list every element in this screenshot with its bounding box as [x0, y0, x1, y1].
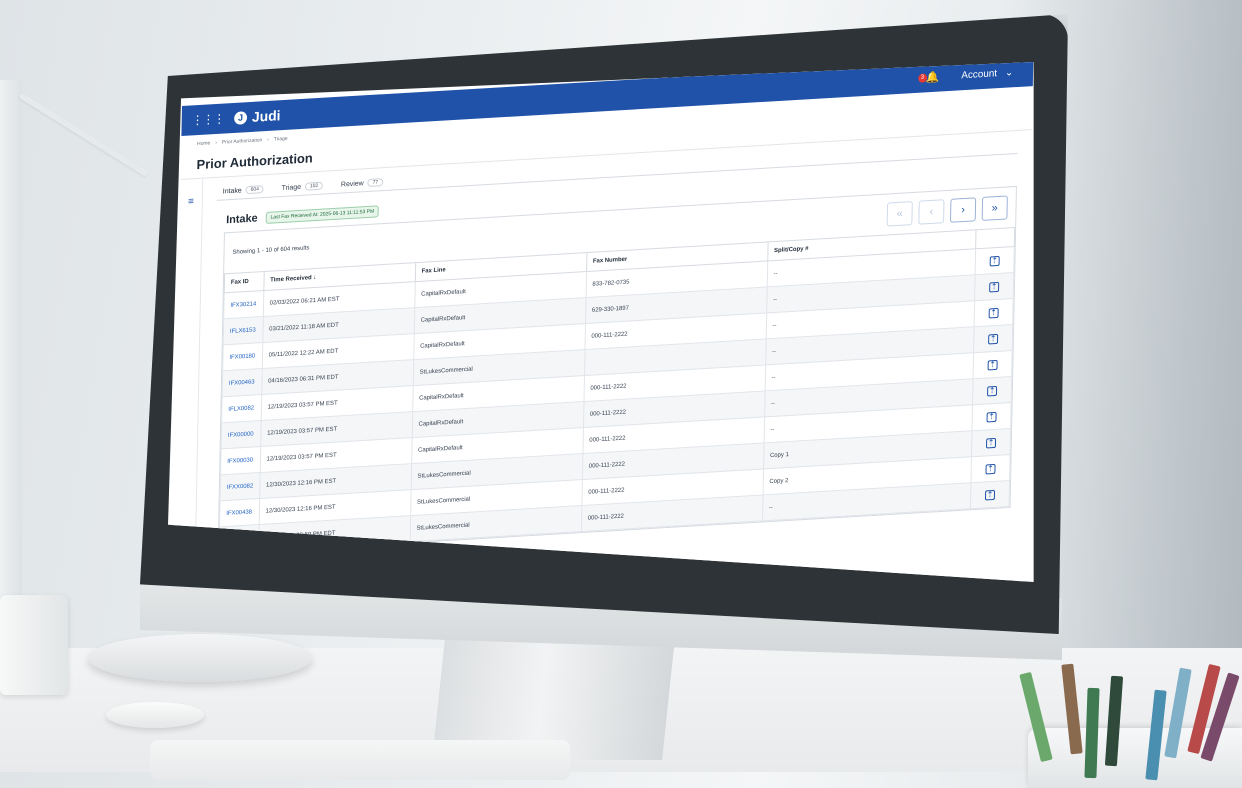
- unlock-icon[interactable]: ⇡: [986, 437, 997, 448]
- lamp-arm: [18, 92, 149, 178]
- row-action-cell: ⇡: [972, 402, 1012, 431]
- row-action-cell: ⇡: [973, 350, 1013, 379]
- pagination: « ‹ › »: [886, 195, 1008, 227]
- fax-id-link[interactable]: IFX00030: [220, 446, 261, 475]
- unlock-icon[interactable]: ⇡: [985, 463, 996, 474]
- fax-id-link[interactable]: IFX00180: [222, 342, 263, 371]
- fax-id-link[interactable]: IFX00463: [222, 368, 262, 397]
- unlock-icon[interactable]: ⇡: [989, 255, 1000, 266]
- last-page-button[interactable]: »: [981, 195, 1008, 221]
- hamburger-icon[interactable]: ≡: [188, 196, 194, 207]
- fax-id-link[interactable]: IFXX0082: [220, 472, 260, 501]
- lamp-pole: [0, 80, 22, 600]
- row-action-cell: ⇡: [975, 246, 1015, 275]
- logo-icon: J: [234, 110, 248, 125]
- tab-label: Intake: [222, 186, 242, 196]
- account-label: Account: [961, 67, 998, 81]
- tab-label: Review: [340, 179, 364, 189]
- logo[interactable]: J Judi: [234, 107, 281, 126]
- row-action-cell: ⇡: [974, 272, 1014, 301]
- breadcrumb-item-prior-authorization[interactable]: Prior Authorization: [222, 137, 263, 145]
- fax-id-link[interactable]: IFX00438: [219, 498, 260, 527]
- prev-page-button[interactable]: ‹: [918, 199, 945, 225]
- table-body: IFX30214 02/03/2022 06:21 AM EST CapitalRx…: [219, 246, 1015, 553]
- chevron-right-icon: ›: [961, 203, 966, 217]
- row-action-cell: ⇡: [970, 480, 1010, 509]
- tab-count: 604: [245, 185, 264, 195]
- grid-icon[interactable]: ⋮⋮⋮: [191, 112, 224, 128]
- row-action-cell: ⇡: [971, 428, 1011, 457]
- fax-id-link[interactable]: IFLX6153: [223, 316, 264, 345]
- logo-text: Judi: [251, 107, 281, 125]
- tab-intake[interactable]: Intake 604: [223, 185, 264, 195]
- unlock-icon[interactable]: ⇡: [989, 281, 1000, 292]
- column-header-actions: [975, 227, 1015, 249]
- mug: [0, 595, 68, 695]
- monitor-screen: ⋮⋮⋮ J Judi 🔔 3 Account ⌄ Home › Prior Au…: [168, 62, 1034, 582]
- first-page-button[interactable]: «: [886, 201, 913, 227]
- row-action-cell: ⇡: [973, 324, 1013, 353]
- chevron-down-icon: ⌄: [1004, 66, 1014, 79]
- fax-id-link[interactable]: IFX00000: [221, 420, 261, 449]
- next-page-button[interactable]: ›: [949, 197, 977, 223]
- double-chevron-left-icon: «: [896, 207, 903, 220]
- tab-count: 77: [367, 178, 384, 188]
- notification-badge: 3: [917, 72, 928, 83]
- unlock-icon[interactable]: ⇡: [986, 411, 997, 422]
- row-action-cell: ⇡: [970, 454, 1011, 483]
- breadcrumb-separator: ›: [215, 139, 217, 147]
- breadcrumb-item-home[interactable]: Home: [197, 140, 210, 147]
- keyboard[interactable]: [150, 740, 570, 780]
- last-fax-badge: Last Fax Received At: 2025-06-13 11:11:5…: [265, 205, 380, 224]
- fax-id-link[interactable]: IFLX0082: [221, 394, 262, 423]
- breadcrumb-separator: ›: [267, 136, 269, 143]
- account-menu[interactable]: Account ⌄: [961, 67, 1013, 81]
- tab-review[interactable]: Review 77: [340, 178, 384, 189]
- unlock-icon[interactable]: ⇡: [988, 333, 999, 344]
- column-header-fax-id[interactable]: Fax ID: [224, 271, 264, 293]
- row-action-cell: ⇡: [974, 298, 1014, 327]
- unlock-icon[interactable]: ⇡: [988, 307, 999, 318]
- unlock-icon[interactable]: ⇡: [987, 385, 998, 396]
- tab-label: Triage: [281, 183, 302, 192]
- section-title: Intake: [226, 212, 258, 227]
- tab-triage[interactable]: Triage 102: [281, 181, 324, 192]
- lamp-base: [88, 634, 312, 682]
- fax-table: Fax ID Time Received ↓ Fax Line Fax Numb…: [219, 227, 1016, 553]
- main-content: Intake 604 Triage 102 Review 77 Intake L…: [196, 130, 1032, 556]
- app-window: ⋮⋮⋮ J Judi 🔔 3 Account ⌄ Home › Prior Au…: [171, 62, 1034, 582]
- bell-icon[interactable]: 🔔 3: [917, 70, 940, 84]
- unlock-icon[interactable]: ⇡: [984, 489, 996, 500]
- unlock-icon[interactable]: ⇡: [987, 359, 998, 370]
- chevron-left-icon: ‹: [929, 205, 934, 219]
- results-panel: Showing 1 - 10 of 604 results « ‹ › » Fa…: [217, 185, 1017, 555]
- row-action-cell: ⇡: [972, 376, 1012, 405]
- fax-id-link[interactable]: IFX30214: [223, 290, 264, 319]
- mouse[interactable]: [106, 702, 204, 728]
- tab-count: 102: [304, 181, 324, 191]
- breadcrumb-item-triage: Triage: [273, 135, 288, 143]
- double-chevron-right-icon: »: [991, 202, 998, 215]
